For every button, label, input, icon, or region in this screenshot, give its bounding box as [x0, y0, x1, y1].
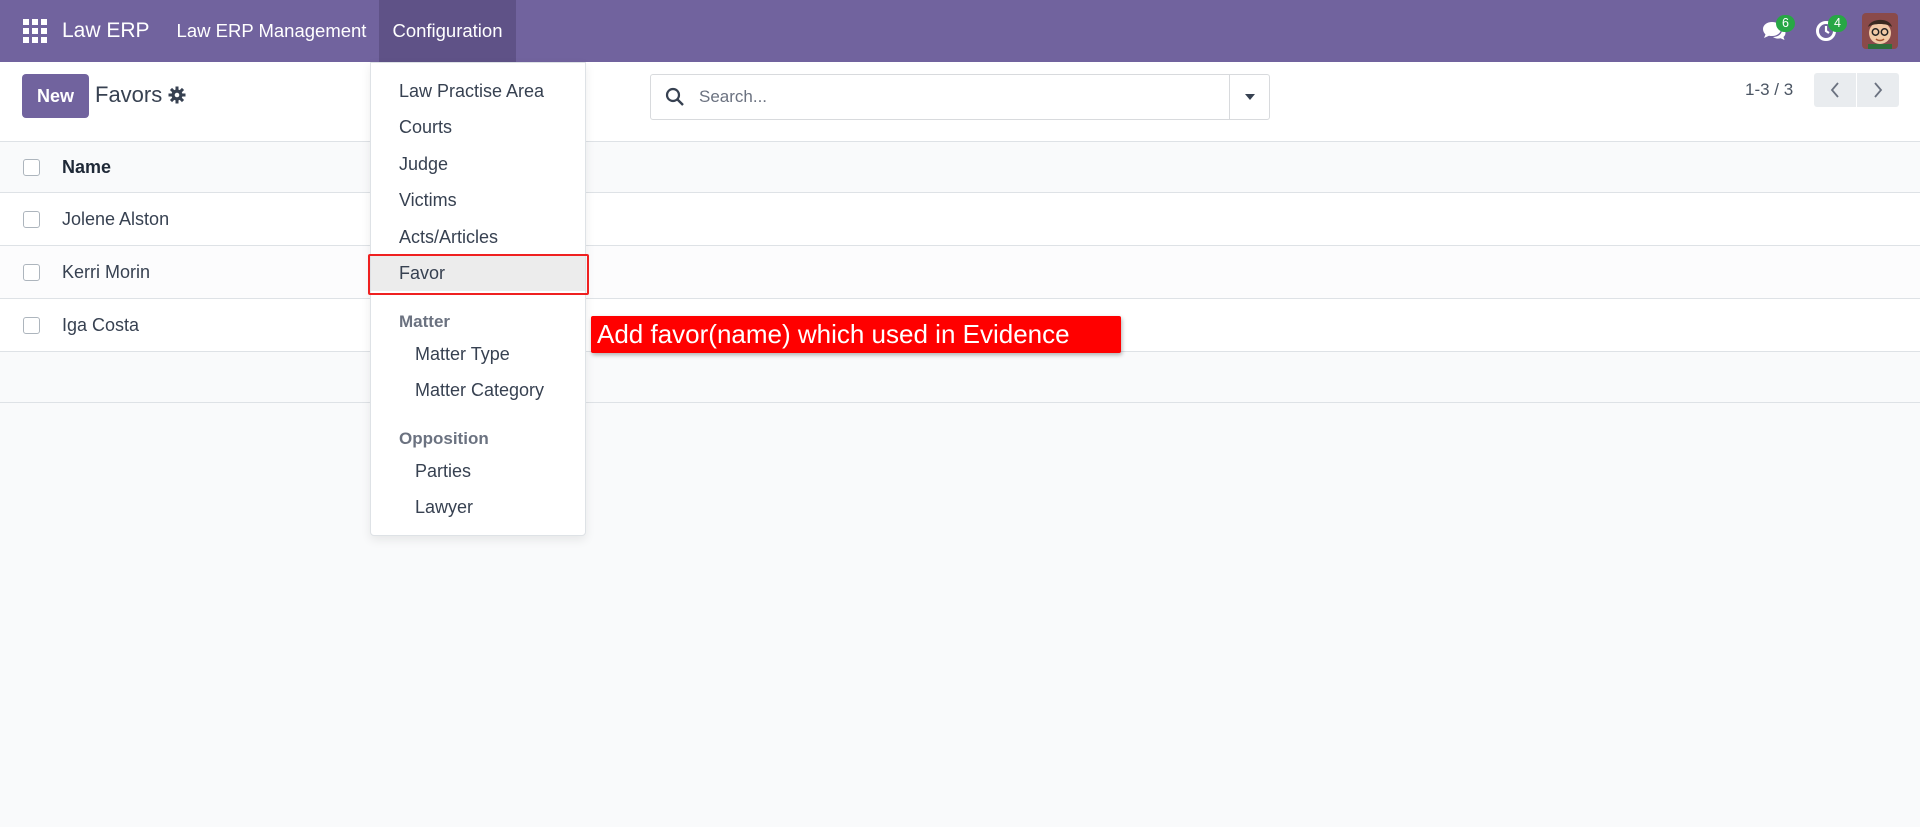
menu-item-victims[interactable]: Victims	[371, 182, 585, 218]
messages-icon[interactable]: 6	[1748, 0, 1800, 62]
menu-section-opposition: Opposition	[399, 429, 489, 448]
menu-item-lawyer[interactable]: Lawyer	[371, 489, 585, 525]
messages-badge: 6	[1776, 15, 1795, 32]
gear-icon[interactable]	[168, 86, 186, 109]
search-options-toggle[interactable]	[1229, 75, 1269, 119]
records-list: Name Jolene Alston Kerri Morin Iga Costa	[0, 142, 1920, 403]
top-navbar: Law ERP Law ERP Management Configuration…	[0, 0, 1920, 62]
menu-item-judge[interactable]: Judge	[371, 146, 585, 182]
menu-item-matter-category[interactable]: Matter Category	[371, 372, 585, 408]
caret-down-icon	[1244, 94, 1255, 100]
pager-value[interactable]: 1-3 / 3	[1745, 80, 1793, 100]
menu-configuration[interactable]: Configuration	[379, 0, 516, 62]
pager-previous-button[interactable]	[1814, 73, 1856, 107]
search-bar	[650, 74, 1270, 120]
menu-item-favor[interactable]: Favor	[371, 255, 585, 291]
row-name: Kerri Morin	[62, 261, 151, 282]
activities-icon[interactable]: 4	[1800, 0, 1852, 62]
row-checkbox[interactable]	[23, 210, 40, 228]
control-panel: New Favors 1-3 / 3	[0, 62, 1920, 142]
app-menu-icon[interactable]	[0, 0, 70, 62]
row-checkbox[interactable]	[23, 316, 40, 334]
configuration-dropdown: Law Practise Area Courts Judge Victims A…	[370, 62, 586, 536]
search-input[interactable]	[699, 87, 1229, 107]
table-row[interactable]: Kerri Morin	[0, 246, 1920, 299]
user-avatar[interactable]	[1862, 13, 1898, 49]
table-row[interactable]: Jolene Alston	[0, 193, 1920, 246]
page-title: Favors	[95, 82, 163, 107]
menu-item-parties[interactable]: Parties	[371, 453, 585, 489]
chevron-right-icon	[1874, 82, 1883, 98]
row-checkbox[interactable]	[23, 263, 40, 281]
new-button[interactable]: New	[22, 74, 89, 118]
app-brand[interactable]: Law ERP	[62, 19, 150, 43]
chevron-left-icon	[1830, 82, 1839, 98]
search-icon	[651, 87, 699, 107]
pager-next-button[interactable]	[1857, 73, 1899, 107]
list-footer	[0, 352, 1920, 403]
row-name: Jolene Alston	[62, 208, 170, 229]
row-name: Iga Costa	[62, 314, 140, 335]
list-header: Name	[0, 142, 1920, 193]
column-header-name[interactable]: Name	[62, 157, 111, 178]
menu-item-matter-type[interactable]: Matter Type	[371, 336, 585, 372]
annotation-label: Add favor(name) which used in Evidence	[591, 316, 1121, 353]
menu-item-law-practise-area[interactable]: Law Practise Area	[371, 73, 585, 109]
menu-item-courts[interactable]: Courts	[371, 109, 585, 145]
activities-badge: 4	[1828, 15, 1847, 32]
select-all-checkbox[interactable]	[23, 158, 40, 176]
menu-law-erp-management[interactable]: Law ERP Management	[164, 0, 380, 62]
menu-item-acts-articles[interactable]: Acts/Articles	[371, 219, 585, 255]
menu-section-matter: Matter	[399, 312, 451, 331]
